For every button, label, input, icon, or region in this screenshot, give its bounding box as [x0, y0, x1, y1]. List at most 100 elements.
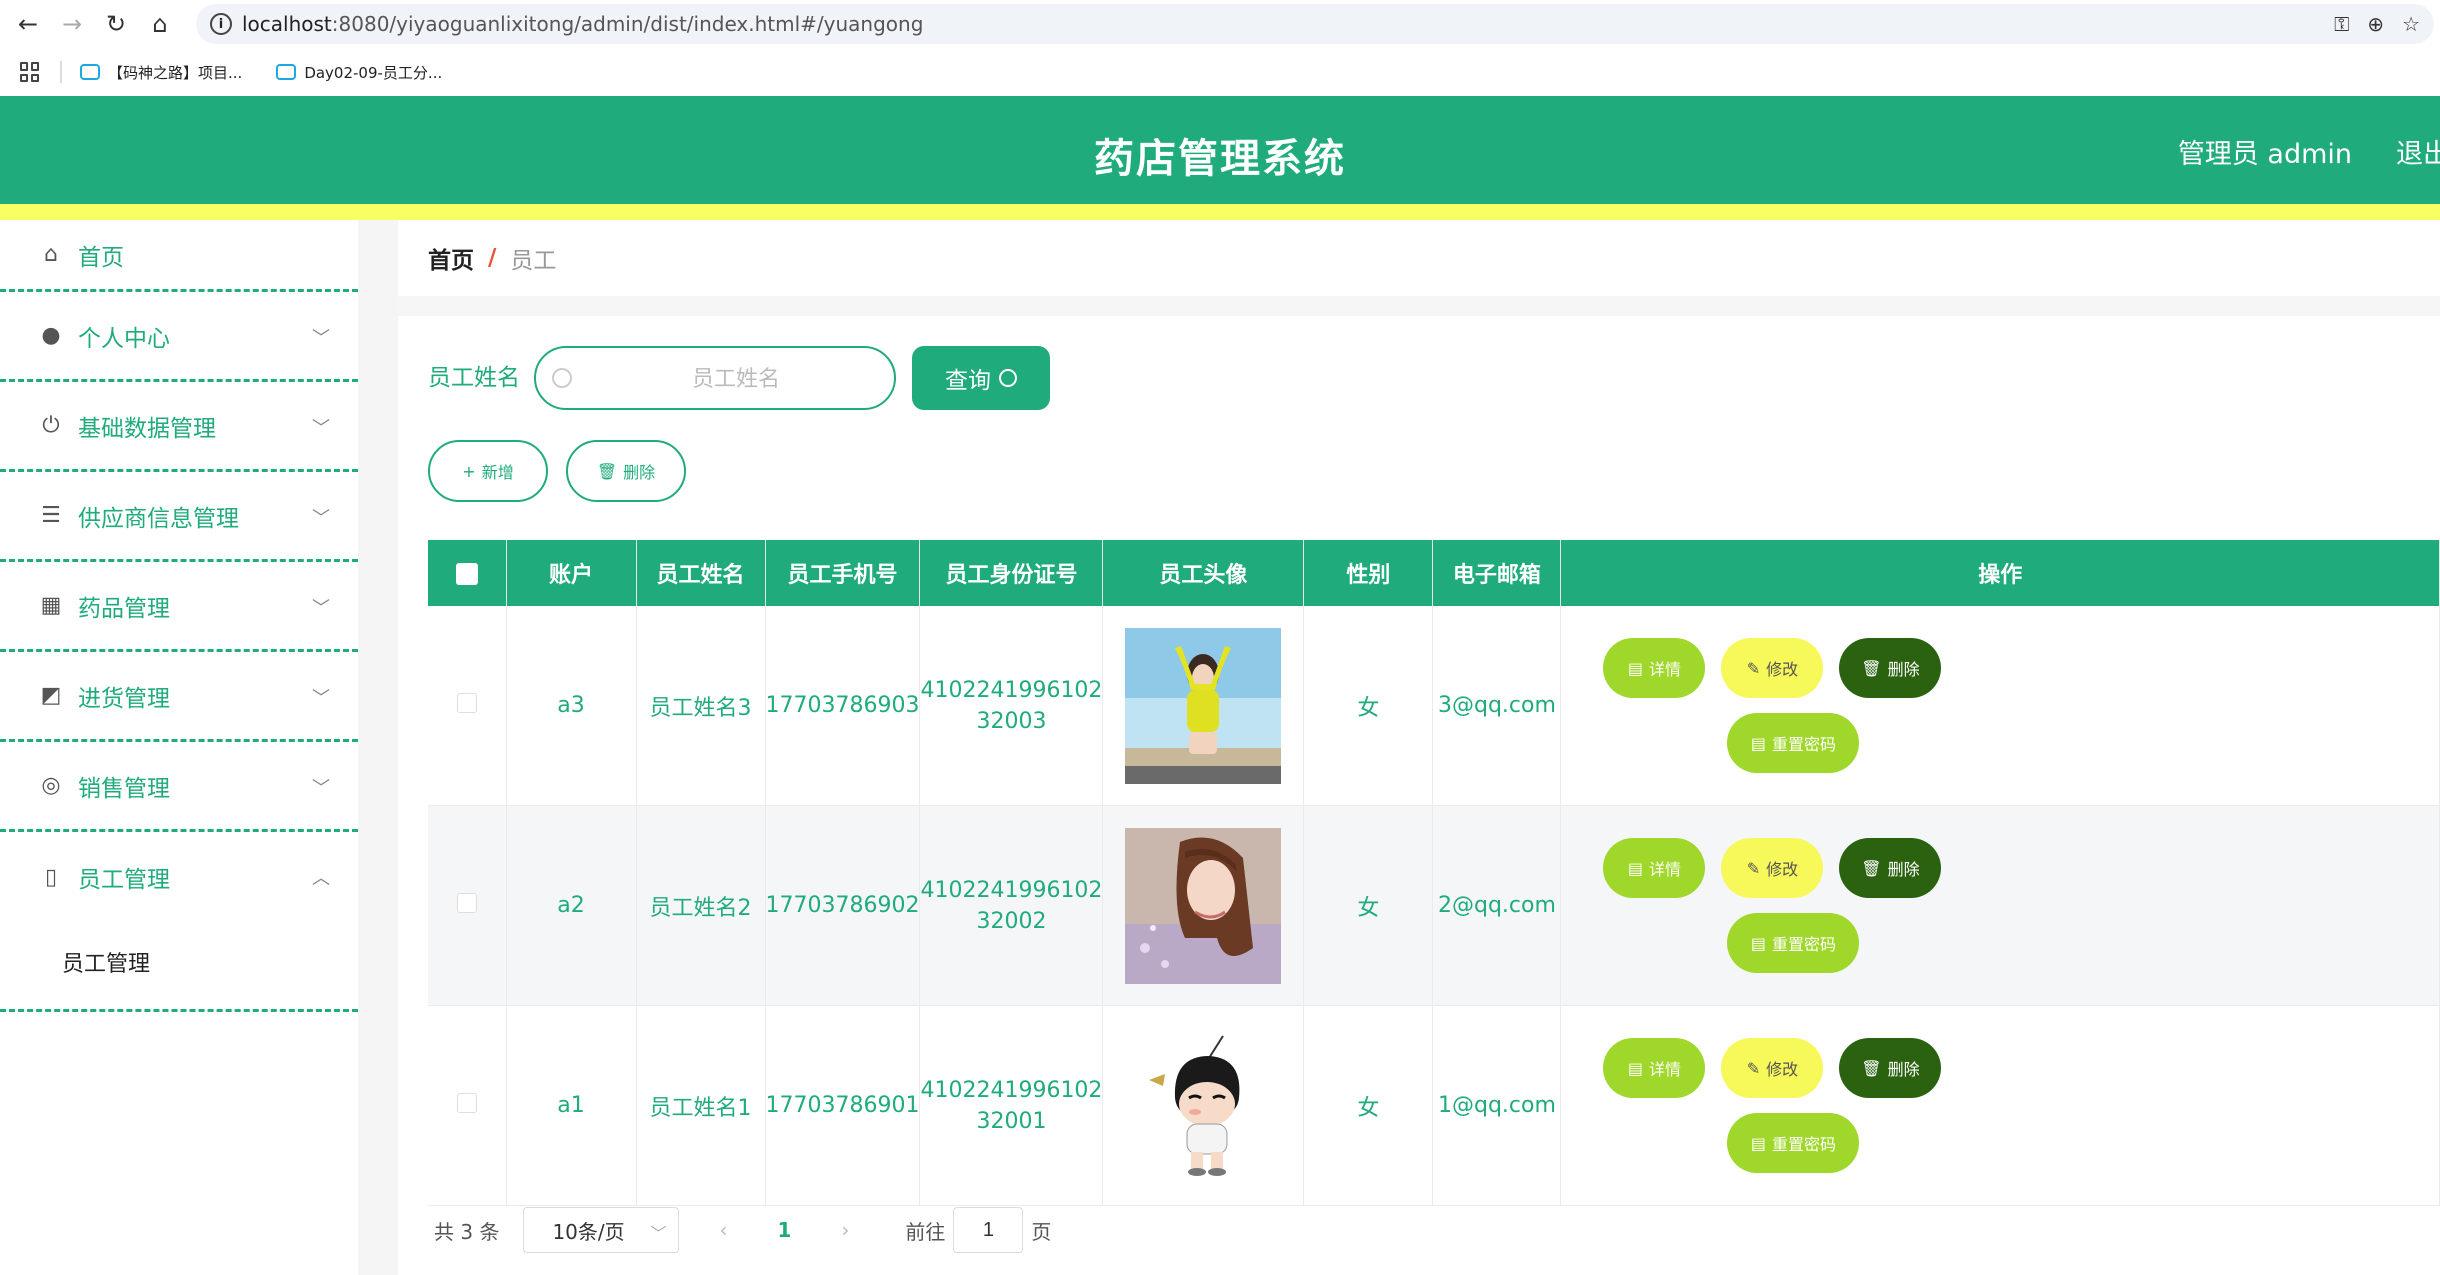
doc-icon: ▤ — [1750, 733, 1766, 753]
sidebar-item-drugs[interactable]: ▦ 药品管理 ﹀ — [0, 562, 358, 652]
sidebar-subitem-staff[interactable]: 员工管理 — [0, 922, 358, 1012]
staff-table: 账户 员工姓名 员工手机号 员工身份证号 员工头像 性别 电子邮箱 操作 a3 … — [428, 540, 2440, 1206]
home-browser-icon[interactable]: ⌂ — [138, 2, 182, 46]
col-account: 账户 — [506, 540, 637, 606]
avatar-image[interactable] — [1125, 827, 1282, 984]
delete-button[interactable]: 🗑 删除 — [1839, 638, 1942, 698]
edit-button[interactable]: ✎ 修改 — [1721, 838, 1824, 898]
doc-icon: ▤ — [1627, 1058, 1643, 1078]
sidebar-item-label: 个人中心 — [78, 325, 170, 352]
col-gender: 性别 — [1303, 540, 1434, 606]
main-area: 首页 / 员工 员工姓名 查询 + 新增 🗑 删除 账户 员工姓名 — [398, 220, 2440, 1275]
detail-button[interactable]: ▤ 详情 — [1603, 1038, 1706, 1098]
next-page-icon[interactable]: › — [841, 1218, 849, 1242]
row-actions: ▤ 详情 ✎ 修改 🗑 删除 ▤ 重置密码 — [1561, 606, 2439, 805]
reset-password-button[interactable]: ▤ 重置密码 — [1727, 1113, 1860, 1173]
page-size-select[interactable]: 10条/页 ﹀ — [523, 1207, 680, 1253]
star-icon[interactable]: ☆ — [2402, 12, 2420, 36]
logout-link[interactable]: 退出 — [2396, 132, 2440, 171]
cell-phone: 17703786902 — [765, 805, 921, 1006]
sidebar-item-staff[interactable]: ▯ 员工管理 ︿ — [0, 832, 358, 922]
zoom-icon[interactable]: ⊕ — [2367, 12, 2384, 36]
reset-password-button[interactable]: ▤ 重置密码 — [1727, 713, 1860, 773]
breadcrumb-home[interactable]: 首页 — [428, 241, 474, 275]
goto-page-input[interactable] — [953, 1207, 1024, 1253]
compass-icon: ◎ — [41, 773, 61, 798]
sliders-icon: ☰ — [41, 503, 61, 528]
table-row: a3 员工姓名3 17703786903 4102241996102 32003 — [428, 606, 2440, 806]
chevron-down-icon: ﹀ — [312, 688, 330, 709]
chevron-down-icon: ﹀ — [312, 418, 330, 439]
cell-email: 2@qq.com — [1432, 805, 1562, 1006]
sidebar-item-label: 进货管理 — [78, 685, 170, 712]
row-checkbox[interactable] — [456, 892, 477, 913]
bookmark-item[interactable]: 【码神之路】项目... — [80, 62, 242, 83]
browser-toolbar: ← → ↻ ⌂ i localhost:8080/yiyaoguanlixito… — [0, 0, 2440, 48]
edit-button[interactable]: ✎ 修改 — [1721, 1038, 1824, 1098]
pencil-icon: ✎ — [1746, 1058, 1761, 1078]
forward-icon[interactable]: → — [50, 2, 94, 46]
table-header-row: 账户 员工姓名 员工手机号 员工身份证号 员工头像 性别 电子邮箱 操作 — [428, 540, 2440, 606]
delete-selected-button[interactable]: 🗑 删除 — [566, 440, 686, 502]
delete-button[interactable]: 🗑 删除 — [1839, 1038, 1942, 1098]
pager-total: 共 3 条 — [434, 1219, 500, 1244]
back-icon[interactable]: ← — [6, 2, 50, 46]
breadcrumb: 首页 / 员工 — [398, 220, 2440, 296]
cell-ops: ▤ 详情 ✎ 修改 🗑 删除 ▤ 重置密码 — [1560, 606, 2440, 806]
row-actions: ▤ 详情 ✎ 修改 🗑 删除 ▤ 重置密码 — [1561, 1006, 2439, 1205]
avatar-image[interactable] — [1125, 1027, 1282, 1184]
search-icon — [552, 368, 572, 388]
user-icon: ● — [41, 323, 61, 348]
prev-page-icon[interactable]: ‹ — [719, 1218, 727, 1242]
doc-icon: ▤ — [1627, 658, 1643, 678]
goto-unit: 页 — [1031, 1219, 1052, 1244]
row-select-cell — [428, 1005, 507, 1206]
search-label: 员工姓名 — [428, 365, 520, 391]
row-actions: ▤ 详情 ✎ 修改 🗑 删除 ▤ 重置密码 — [1561, 806, 2439, 1005]
address-bar[interactable]: i localhost:8080/yiyaoguanlixitong/admin… — [196, 4, 2434, 44]
key-icon[interactable]: ⚿ — [2334, 12, 2349, 36]
site-info-icon[interactable]: i — [210, 13, 232, 35]
power-icon: ⏻ — [42, 413, 60, 438]
cell-gender: 女 — [1303, 1005, 1434, 1206]
sidebar-item-home[interactable]: ⌂ 首页 — [0, 220, 358, 292]
cell-idcard: 4102241996102 32002 — [919, 805, 1104, 1006]
reset-password-button[interactable]: ▤ 重置密码 — [1727, 913, 1860, 973]
chevron-down-icon: ﹀ — [312, 328, 330, 349]
sidebar-item-purchase[interactable]: ◩ 进货管理 ﹀ — [0, 652, 358, 742]
search-input[interactable] — [586, 358, 886, 400]
edit-button[interactable]: ✎ 修改 — [1721, 638, 1824, 698]
chevron-down-icon: ﹀ — [312, 508, 330, 529]
add-button[interactable]: + 新增 — [428, 440, 548, 502]
edit-label: 修改 — [1766, 660, 1799, 679]
sidebar-item-label: 基础数据管理 — [78, 415, 216, 442]
sidebar-gap — [358, 220, 398, 1275]
cell-ops: ▤ 详情 ✎ 修改 🗑 删除 ▤ 重置密码 — [1560, 1005, 2440, 1206]
detail-label: 详情 — [1648, 860, 1681, 879]
avatar-image[interactable] — [1125, 627, 1282, 784]
sidebar-item-profile[interactable]: ● 个人中心 ﹀ — [0, 292, 358, 382]
sidebar-item-label: 员工管理 — [78, 867, 170, 893]
sidebar-item-basic-data[interactable]: ⏻ 基础数据管理 ﹀ — [0, 382, 358, 472]
idcard-line1: 4102241996102 — [920, 1077, 1103, 1103]
delete-label: 删除 — [1887, 1060, 1920, 1079]
search-button[interactable]: 查询 — [912, 346, 1050, 410]
edit-label: 修改 — [1766, 860, 1799, 879]
bookmark-item[interactable]: Day02-09-员工分... — [276, 62, 442, 83]
delete-button[interactable]: 🗑 删除 — [1839, 838, 1942, 898]
row-checkbox[interactable] — [456, 1092, 477, 1113]
cell-gender: 女 — [1303, 805, 1434, 1006]
page-number[interactable]: 1 — [777, 1218, 791, 1242]
col-name: 员工姓名 — [636, 540, 766, 606]
select-all-checkbox[interactable] — [455, 562, 478, 585]
detail-button[interactable]: ▤ 详情 — [1603, 638, 1706, 698]
apps-icon[interactable] — [20, 62, 40, 82]
detail-button[interactable]: ▤ 详情 — [1603, 838, 1706, 898]
search-field[interactable] — [534, 346, 896, 410]
sidebar-item-supplier[interactable]: ☰ 供应商信息管理 ﹀ — [0, 472, 358, 562]
row-checkbox[interactable] — [456, 692, 477, 713]
row-select-cell — [428, 805, 507, 1006]
sidebar-item-sales[interactable]: ◎ 销售管理 ﹀ — [0, 742, 358, 832]
chevron-down-icon: ﹀ — [312, 778, 330, 799]
reload-icon[interactable]: ↻ — [94, 2, 138, 46]
